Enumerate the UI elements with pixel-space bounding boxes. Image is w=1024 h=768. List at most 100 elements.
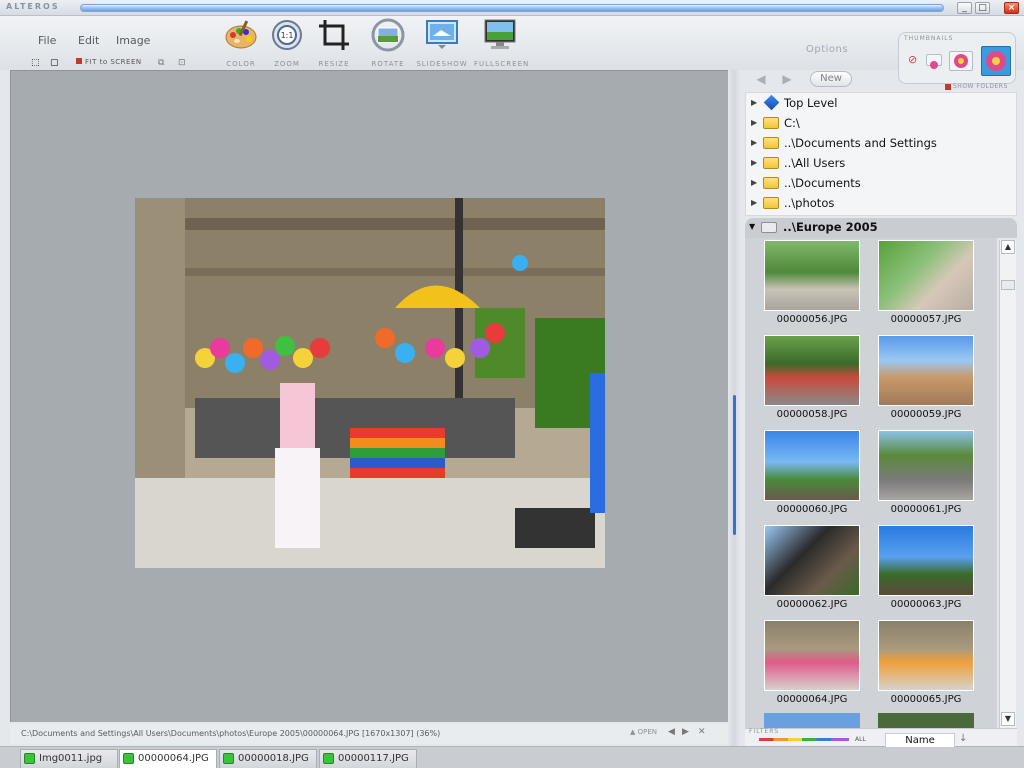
thumbnail-item[interactable]: 00000062.JPG	[749, 523, 863, 618]
thumbnail-item[interactable]: 00000057.JPG	[863, 238, 977, 333]
zoom-icon: 1:1	[272, 20, 302, 50]
thumbnail-item[interactable]: 00000058.JPG	[749, 333, 863, 428]
tab-status-icon	[24, 753, 35, 764]
folder-icon	[763, 137, 779, 149]
thumbnail-filename: 00000058.JPG	[776, 409, 848, 420]
thumbnail-scrollbar[interactable]: ▲ ▼	[999, 240, 1016, 728]
sort-by-select[interactable]: Name	[885, 733, 955, 748]
expand-arrow-icon[interactable]: ▶	[751, 193, 757, 213]
crop-small-icon[interactable]: ⊡	[178, 58, 186, 68]
tree-item-documents-settings[interactable]: ▶ ..\Documents and Settings	[746, 133, 1016, 153]
thumbnail-image	[878, 430, 974, 501]
thumbnail-image	[878, 240, 974, 311]
scroll-up-icon[interactable]: ▲	[1001, 240, 1015, 254]
title-drag-area[interactable]	[80, 4, 944, 12]
folder-icon	[763, 177, 779, 189]
prev-image-icon[interactable]: ◀	[668, 727, 675, 737]
thumbnail-item[interactable]: 00000063.JPG	[863, 523, 977, 618]
maximize-button[interactable]: □	[975, 2, 990, 14]
status-bar: C:\Documents and Settings\All Users\Docu…	[10, 724, 728, 744]
thumbnails-label: THUMBNAILS	[904, 35, 954, 42]
minimize-button[interactable]: _	[957, 2, 972, 14]
image-viewer[interactable]	[10, 70, 728, 722]
thumbnail-image	[764, 430, 860, 501]
tab-image[interactable]: Img0011.jpg	[20, 749, 118, 768]
show-folders-toggle[interactable]: SHOW FOLDERS	[945, 83, 1008, 90]
menu-edit[interactable]: Edit	[78, 34, 99, 47]
tree-item-documents[interactable]: ▶ ..\Documents	[746, 173, 1016, 193]
folder-icon	[763, 117, 779, 129]
current-folder-header[interactable]: ▼ ..\Europe 2005	[745, 218, 1017, 238]
filters-bar: FILTERS ALL Name ↓	[745, 728, 1017, 748]
thumbnail-filename: 00000064.JPG	[776, 694, 848, 705]
expand-arrow-icon[interactable]: ▶	[751, 153, 757, 173]
folder-icon	[763, 157, 779, 169]
close-image-icon[interactable]: ✕	[698, 727, 706, 737]
tab-image[interactable]: 00000018.JPG	[219, 749, 317, 768]
forward-icon[interactable]: ▶	[778, 72, 796, 86]
tree-item-label: ..\photos	[784, 196, 835, 210]
menu-file[interactable]: File	[38, 34, 56, 47]
close-button[interactable]: ×	[1004, 2, 1019, 14]
tab-label: Img0011.jpg	[39, 753, 103, 764]
tab-image[interactable]: 00000064.JPG	[119, 749, 217, 768]
tree-item-all-users[interactable]: ▶ ..\All Users	[746, 153, 1016, 173]
expand-arrow-icon[interactable]: ▶	[751, 173, 757, 193]
scroll-thumb[interactable]	[1001, 280, 1015, 290]
thumbnail-image	[764, 240, 860, 311]
filter-all-label[interactable]: ALL	[855, 736, 866, 743]
tree-item-label: ..\Documents	[784, 176, 861, 190]
crop-icon	[319, 20, 349, 50]
tree-item-c-drive[interactable]: ▶ C:\	[746, 113, 1016, 133]
color-filter-bar[interactable]	[759, 738, 849, 741]
options-button[interactable]: Options	[806, 44, 848, 55]
palette-icon	[225, 20, 257, 49]
next-image-icon[interactable]: ▶	[682, 727, 689, 737]
copy-icon[interactable]: ⧉	[158, 58, 164, 68]
expand-arrow-icon[interactable]: ▶	[751, 113, 757, 133]
thumbnail-small-button[interactable]	[926, 54, 942, 69]
thumbnail-filename: 00000056.JPG	[776, 314, 848, 325]
thumbnail-filename: 00000061.JPG	[890, 504, 962, 515]
tab-image[interactable]: 00000117.JPG	[319, 749, 417, 768]
tab-status-icon	[323, 753, 334, 764]
scroll-down-icon[interactable]: ▼	[1001, 712, 1015, 726]
fit-to-screen-checkbox[interactable]: FIT to SCREEN	[76, 58, 142, 66]
splitter-grip[interactable]	[733, 395, 736, 535]
rotate-icon	[371, 18, 405, 52]
thumbnail-item[interactable]: 00000064.JPG	[749, 618, 863, 713]
new-folder-button[interactable]: New	[810, 71, 852, 87]
menu-image[interactable]: Image	[116, 34, 150, 47]
main-photo	[135, 198, 605, 568]
thumbnail-item[interactable]: 00000056.JPG	[749, 238, 863, 333]
expand-arrow-icon[interactable]: ▶	[751, 93, 757, 113]
fit-to-screen-label: FIT to SCREEN	[85, 58, 142, 66]
thumbnail-filename: 00000057.JPG	[890, 314, 962, 325]
open-button[interactable]: ▲ OPEN	[630, 728, 657, 736]
collapse-arrow-icon[interactable]: ▼	[749, 218, 755, 236]
folder-icon	[763, 197, 779, 209]
folder-tree: ▶ Top Level ▶ C:\ ▶ ..\Documents and Settin…	[745, 92, 1017, 216]
sort-direction-icon[interactable]: ↓	[959, 733, 967, 744]
thumbnail-image	[878, 335, 974, 406]
thumbnail-item[interactable]: 00000060.JPG	[749, 428, 863, 523]
no-thumbnails-icon[interactable]: ⊘	[908, 53, 917, 66]
expand-arrow-icon[interactable]: ▶	[751, 133, 757, 153]
thumbnail-item[interactable]: 00000065.JPG	[863, 618, 977, 713]
svg-text:1:1: 1:1	[281, 31, 294, 40]
tree-item-photos[interactable]: ▶ ..\photos	[746, 193, 1016, 213]
image-tabs: Img0011.jpg 00000064.JPG 00000018.JPG 00…	[0, 746, 1024, 768]
thumbnail-item[interactable]: 00000059.JPG	[863, 333, 977, 428]
marquee-tool-icon[interactable]: ▢	[50, 58, 59, 68]
thumbnail-partial	[764, 713, 860, 728]
select-tool-icon[interactable]: ⬚	[31, 58, 40, 68]
thumbnail-item[interactable]: 00000061.JPG	[863, 428, 977, 523]
tree-item-label: ..\All Users	[784, 156, 846, 170]
app-title: ALTEROS	[6, 2, 60, 11]
tab-label: 00000064.JPG	[138, 753, 209, 764]
show-folders-label: SHOW FOLDERS	[953, 83, 1008, 90]
app-window: { "app": {"name": "ALTEROS"}, "menu": {"…	[0, 0, 1024, 768]
open-label: OPEN	[637, 728, 657, 736]
tree-item-top-level[interactable]: ▶ Top Level	[746, 93, 1016, 113]
back-icon[interactable]: ◀	[752, 72, 770, 86]
